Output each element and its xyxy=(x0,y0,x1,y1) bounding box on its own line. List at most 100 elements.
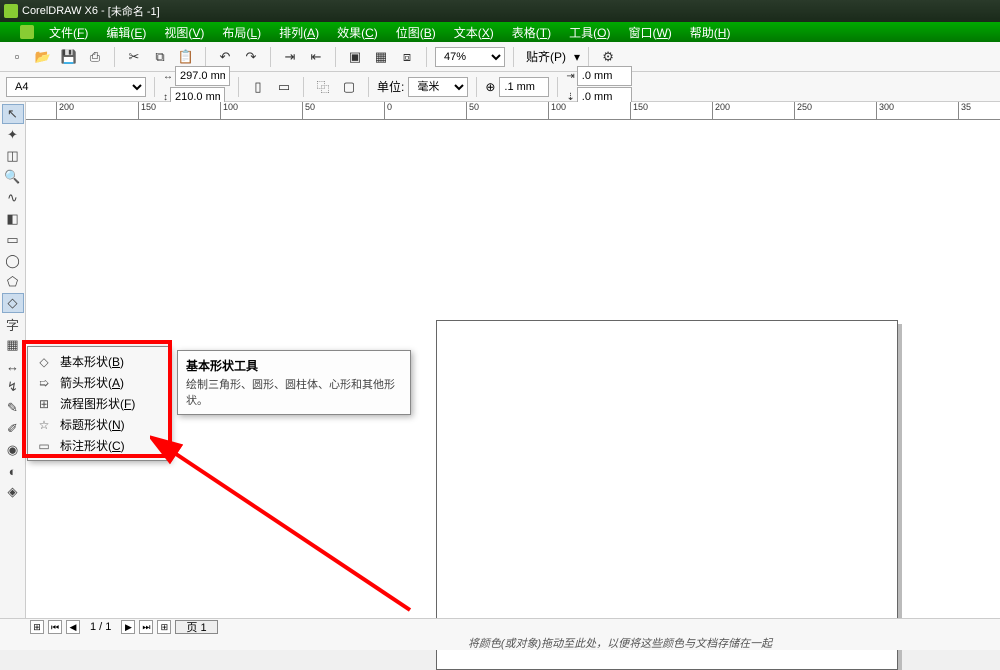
menu-l[interactable]: 布局(L) xyxy=(213,24,270,41)
tool-text[interactable]: 字 xyxy=(2,314,24,334)
dupx-input[interactable] xyxy=(577,66,632,86)
tool-table[interactable]: ▦ xyxy=(2,335,24,355)
flyout-item-4[interactable]: ▭标注形状(C) xyxy=(28,435,169,456)
paste-icon[interactable]: 📋 xyxy=(175,46,197,68)
tool-crop[interactable]: ◫ xyxy=(2,146,24,166)
workspace[interactable] xyxy=(26,120,1000,618)
print-icon[interactable]: ⎙ xyxy=(84,46,106,68)
menu-b[interactable]: 位图(B) xyxy=(387,24,445,41)
menu-c[interactable]: 效果(C) xyxy=(328,24,387,41)
page-add-before-icon[interactable]: ⊞ xyxy=(30,620,44,634)
tooltip-description: 绘制三角形、圆形、圆柱体、心形和其他形状。 xyxy=(186,376,402,408)
ruler-tick: 150 xyxy=(138,102,156,120)
ruler-tick: 0 xyxy=(384,102,392,120)
toolbar-property: A4 ↔ ↕ ▯ ▭ ⿻ ▢ 单位: 毫米 ⊕ ⇥ ⇣ xyxy=(0,72,1000,102)
duplicate-offset: ⇥ ⇣ xyxy=(566,66,631,107)
zoom-select[interactable]: 47% xyxy=(435,47,505,67)
units-select[interactable]: 毫米 xyxy=(408,77,468,97)
tool-interactivefill[interactable]: ◈ xyxy=(2,482,24,502)
undo-icon[interactable]: ↶ xyxy=(214,46,236,68)
tool-pick[interactable]: ↖ xyxy=(2,104,24,124)
tool-basicshapes[interactable]: ◇ xyxy=(2,293,24,313)
flyout-item-1[interactable]: ➯ 箭头形状(A) xyxy=(28,372,169,393)
ruler-horizontal: 2001501005005010015020025030035 xyxy=(26,102,1000,120)
menu-a[interactable]: 排列(A) xyxy=(270,24,328,41)
menu-x[interactable]: 文本(X) xyxy=(445,24,503,41)
menu-w[interactable]: 窗口(W) xyxy=(619,24,680,41)
page-add-after-icon[interactable]: ⊞ xyxy=(157,620,171,634)
new-icon[interactable]: ▫ xyxy=(6,46,28,68)
doc-title: [未命名 -1] xyxy=(108,3,160,19)
nudge-input[interactable] xyxy=(499,77,549,97)
page-tab[interactable]: 页 1 xyxy=(175,620,217,634)
flyout-item-label: 基本形状(B) xyxy=(60,353,124,370)
landscape-icon[interactable]: ▭ xyxy=(273,76,295,98)
page-prev-icon[interactable]: ◀ xyxy=(66,620,80,634)
menu-v[interactable]: 视图(V) xyxy=(155,24,213,41)
tool-fill[interactable]: ◐ xyxy=(2,461,24,481)
paper-size-select[interactable]: A4 xyxy=(6,77,146,97)
flyout-item-0[interactable]: ◇ 基本形状(B) xyxy=(28,351,169,372)
toolbar-standard: ▫ 📂 💾 ⎙ ✂ ⧉ 📋 ↶ ↷ ⇥ ⇤ ▣ ▦ ⧈ 47% 贴齐(P)▾ ⚙ xyxy=(0,42,1000,72)
page-last-icon[interactable]: ⏭ xyxy=(139,620,153,634)
snap-label[interactable]: 贴齐(P) xyxy=(522,48,570,65)
flyout-item-label: 箭头形状(A) xyxy=(60,374,124,391)
tool-smartfill[interactable]: ◧ xyxy=(2,209,24,229)
tool-connector[interactable]: ↯ xyxy=(2,377,24,397)
page-width-input[interactable] xyxy=(175,66,230,86)
redo-icon[interactable]: ↷ xyxy=(240,46,262,68)
open-icon[interactable]: 📂 xyxy=(32,46,54,68)
separator xyxy=(476,77,477,97)
pagebar: ⊞ ⏮ ◀ 1 / 1 ▶ ⏭ ⊞ 页 1 xyxy=(0,619,1000,634)
tool-polygon[interactable]: ⬠ xyxy=(2,272,24,292)
cut-icon[interactable]: ✂ xyxy=(123,46,145,68)
separator xyxy=(513,47,514,67)
menubar-logo-icon xyxy=(20,25,34,39)
statusbar: ⊞ ⏮ ◀ 1 / 1 ▶ ⏭ ⊞ 页 1 将颜色(或对象)拖动至此处，以便将这… xyxy=(0,618,1000,650)
page-dimensions: ↔ ↕ xyxy=(163,66,230,107)
separator xyxy=(205,47,206,67)
tool-freehand[interactable]: ∿ xyxy=(2,188,24,208)
tool-outline[interactable]: ◉ xyxy=(2,440,24,460)
tool-dimension[interactable]: ↔ xyxy=(2,356,24,376)
welcome-icon[interactable]: ▦ xyxy=(370,46,392,68)
menu-o[interactable]: 工具(O) xyxy=(560,24,619,41)
flyout-item-label: 流程图形状(F) xyxy=(60,395,135,412)
flyout-item-icon: ☆ xyxy=(36,418,52,432)
separator xyxy=(303,77,304,97)
page-first-icon[interactable]: ⏮ xyxy=(48,620,62,634)
menu-h[interactable]: 帮助(H) xyxy=(681,24,740,41)
launch-icon[interactable]: ▣ xyxy=(344,46,366,68)
options-icon[interactable]: ⧈ xyxy=(396,46,418,68)
menu-t[interactable]: 表格(T) xyxy=(503,24,560,41)
tool-rectangle[interactable]: ▭ xyxy=(2,230,24,250)
flyout-item-icon: ➯ xyxy=(36,376,52,390)
tool-ellipse[interactable]: ◯ xyxy=(2,251,24,271)
import-icon[interactable]: ⇥ xyxy=(279,46,301,68)
flyout-item-icon: ◇ xyxy=(36,355,52,369)
flyout-item-2[interactable]: ⊞ 流程图形状(F) xyxy=(28,393,169,414)
separator xyxy=(154,77,155,97)
app-title: CorelDRAW X6 xyxy=(22,5,98,17)
tool-interactive[interactable]: ✎ xyxy=(2,398,24,418)
menu-e[interactable]: 编辑(E) xyxy=(97,24,155,41)
separator xyxy=(426,47,427,67)
options2-icon[interactable]: ⚙ xyxy=(597,46,619,68)
menu-f[interactable]: 文件(F) xyxy=(40,24,97,41)
portrait-icon[interactable]: ▯ xyxy=(247,76,269,98)
copy-icon[interactable]: ⧉ xyxy=(149,46,171,68)
thispage-icon[interactable]: ▢ xyxy=(338,76,360,98)
flyout-item-icon: ⊞ xyxy=(36,397,52,411)
tool-shape[interactable]: ✦ xyxy=(2,125,24,145)
tool-eyedropper[interactable]: ✐ xyxy=(2,419,24,439)
separator xyxy=(335,47,336,67)
save-icon[interactable]: 💾 xyxy=(58,46,80,68)
allpages-icon[interactable]: ⿻ xyxy=(312,76,334,98)
menubar: 文件(F)编辑(E)视图(V)布局(L)排列(A)效果(C)位图(B)文本(X)… xyxy=(0,22,1000,42)
export-icon[interactable]: ⇤ xyxy=(305,46,327,68)
page-next-icon[interactable]: ▶ xyxy=(121,620,135,634)
flyout-item-3[interactable]: ☆标题形状(N) xyxy=(28,414,169,435)
ruler-tick: 100 xyxy=(220,102,238,120)
separator xyxy=(588,47,589,67)
tool-zoom[interactable]: 🔍 xyxy=(2,167,24,187)
